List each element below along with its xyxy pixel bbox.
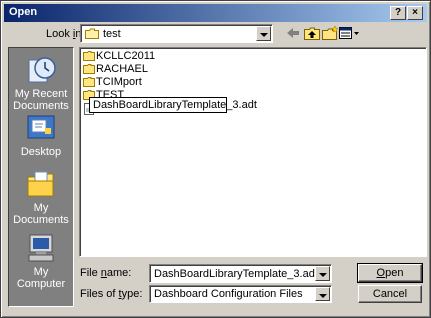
place-my-computer[interactable]: My Computer bbox=[9, 232, 73, 290]
lookin-dropdown-arrow[interactable] bbox=[256, 26, 271, 41]
up-folder-icon[interactable] bbox=[303, 25, 321, 41]
window-title: Open bbox=[9, 6, 38, 18]
lookin-value: test bbox=[103, 28, 121, 40]
filetype-label: Files of type: bbox=[80, 288, 143, 300]
folder-icon bbox=[85, 28, 99, 39]
desktop-icon bbox=[27, 115, 55, 139]
folder-icon bbox=[83, 77, 95, 87]
rename-input[interactable]: DashBoardLibraryTemplate_3.adt bbox=[89, 97, 257, 113]
place-desktop[interactable]: Desktop bbox=[9, 112, 73, 158]
clock-documents-icon bbox=[28, 57, 56, 83]
open-dialog: Open ? × Look in: test bbox=[0, 0, 431, 318]
folder-icon bbox=[83, 64, 95, 74]
views-menu-icon[interactable] bbox=[338, 25, 360, 41]
folder-documents-icon bbox=[27, 171, 54, 197]
back-arrow-icon[interactable] bbox=[284, 25, 302, 41]
open-button[interactable]: Open bbox=[357, 263, 423, 283]
filetype-select[interactable]: Dashboard Configuration Files bbox=[149, 285, 332, 303]
new-folder-icon[interactable] bbox=[321, 25, 339, 41]
title-bar[interactable]: Open ? × bbox=[4, 4, 427, 22]
filename-label: File name: bbox=[80, 267, 132, 279]
filename-dropdown-arrow[interactable] bbox=[315, 266, 330, 281]
file-list[interactable]: KCLLC2011 RACHAEL TCIMport TEST bbox=[79, 47, 427, 257]
lookin-dropdown[interactable]: test bbox=[80, 24, 273, 43]
cancel-button[interactable]: Cancel bbox=[358, 285, 422, 303]
place-recent-documents[interactable]: My Recent Documents bbox=[9, 54, 73, 112]
filename-field[interactable]: DashBoardLibraryTemplate_3.adt bbox=[149, 264, 332, 283]
computer-icon bbox=[28, 234, 54, 262]
place-my-documents[interactable]: My Documents bbox=[9, 168, 73, 226]
filetype-dropdown-arrow[interactable] bbox=[315, 287, 330, 301]
filetype-value: Dashboard Configuration Files bbox=[154, 288, 303, 300]
places-bar: My Recent Documents Desktop My Documents bbox=[8, 47, 74, 307]
close-button[interactable]: × bbox=[407, 6, 423, 20]
help-button[interactable]: ? bbox=[390, 6, 406, 20]
folder-icon bbox=[83, 51, 95, 61]
lookin-label: Look in: bbox=[46, 28, 85, 40]
filename-value: DashBoardLibraryTemplate_3.adt bbox=[154, 268, 318, 280]
